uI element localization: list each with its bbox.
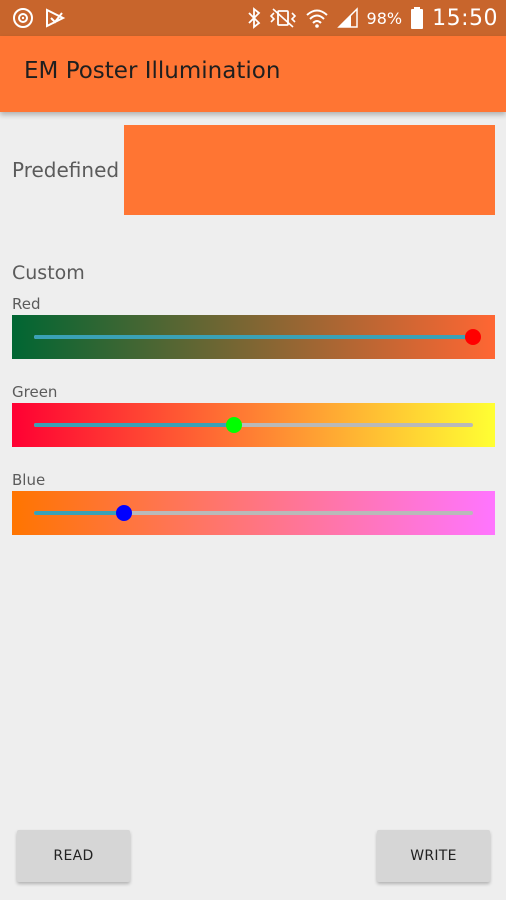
- red-slider-track[interactable]: [34, 329, 481, 345]
- green-slider-fill: [34, 423, 234, 427]
- predefined-color-swatch[interactable]: [124, 125, 495, 215]
- blue-slider[interactable]: [12, 491, 495, 535]
- green-label: Green: [12, 383, 58, 401]
- app-bar: EM Poster Illumination: [0, 36, 506, 112]
- red-slider-fill: [34, 335, 473, 339]
- red-slider[interactable]: [12, 315, 495, 359]
- status-left-icons: [12, 7, 66, 29]
- green-slider-thumb[interactable]: [225, 417, 242, 433]
- blue-slider-thumb[interactable]: [115, 505, 132, 521]
- write-button[interactable]: WRITE: [377, 830, 490, 882]
- signal-icon: [336, 7, 358, 28]
- green-slider[interactable]: [12, 403, 495, 447]
- wifi-icon: [305, 9, 328, 28]
- battery-icon: [411, 7, 424, 29]
- red-label: Red: [12, 295, 41, 313]
- blue-label: Blue: [12, 471, 46, 489]
- blue-slider-track[interactable]: [34, 505, 473, 521]
- read-button[interactable]: READ: [17, 830, 130, 882]
- vibrate-icon: [269, 8, 296, 28]
- battery-percent: 98%: [366, 8, 403, 28]
- sync-icon: [13, 8, 33, 28]
- predefined-label: Predefined: [12, 158, 120, 182]
- red-slider-thumb[interactable]: [465, 329, 481, 345]
- app-title: EM Poster Illumination: [24, 58, 281, 84]
- status-right: 98% 15:50: [247, 4, 498, 32]
- bluetooth-icon: [247, 7, 260, 29]
- status-time: 15:50: [432, 5, 498, 31]
- app-notification-icon: [46, 8, 66, 28]
- green-slider-track[interactable]: [34, 417, 473, 433]
- custom-heading: Custom: [12, 262, 85, 284]
- blue-slider-fill: [34, 511, 124, 515]
- status-bar: 98% 15:50: [0, 0, 506, 36]
